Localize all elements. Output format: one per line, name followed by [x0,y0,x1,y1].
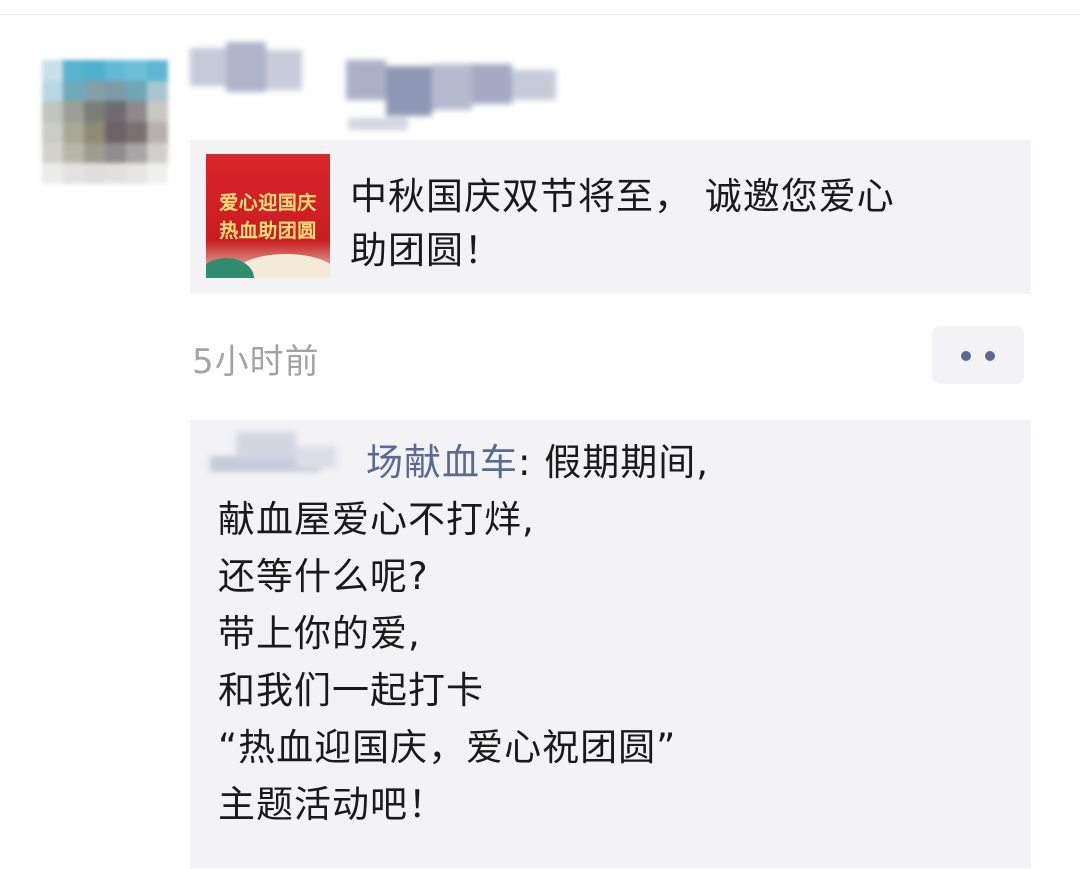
top-divider [0,14,1080,15]
comment-separator: : [518,441,545,484]
commenter-name[interactable]: 场献血车 [366,441,518,484]
link-title: 中秋国庆双节将至， 诚邀您爱心 助团圆！ [350,175,895,272]
thumbnail-text-line-2: 热血助团圆 [219,220,317,242]
link-thumbnail: 爱心迎国庆 热血助团圆 [206,154,330,278]
avatar[interactable] [42,60,168,184]
more-dots-icon [961,351,971,361]
thumbnail-text-line-1: 爱心迎国庆 [219,192,317,214]
shared-link-card[interactable]: 爱心迎国庆 热血助团圆 中秋国庆双节将至， 诚邀您爱心 助团圆！ [190,140,1031,294]
comment-text: 场献血车: 假期期间, 献血屋爱心不打烊, 还等什么呢? 带上你的爱, 和我们一… [218,434,1008,833]
blurred-username[interactable] [176,36,576,136]
comment-body: 假期期间, 献血屋爱心不打烊, 还等什么呢? 带上你的爱, 和我们一起打卡 “热… [218,441,709,826]
more-dots-icon [985,351,995,361]
more-button[interactable] [932,326,1024,384]
post-time: 5小时前 [192,342,320,382]
